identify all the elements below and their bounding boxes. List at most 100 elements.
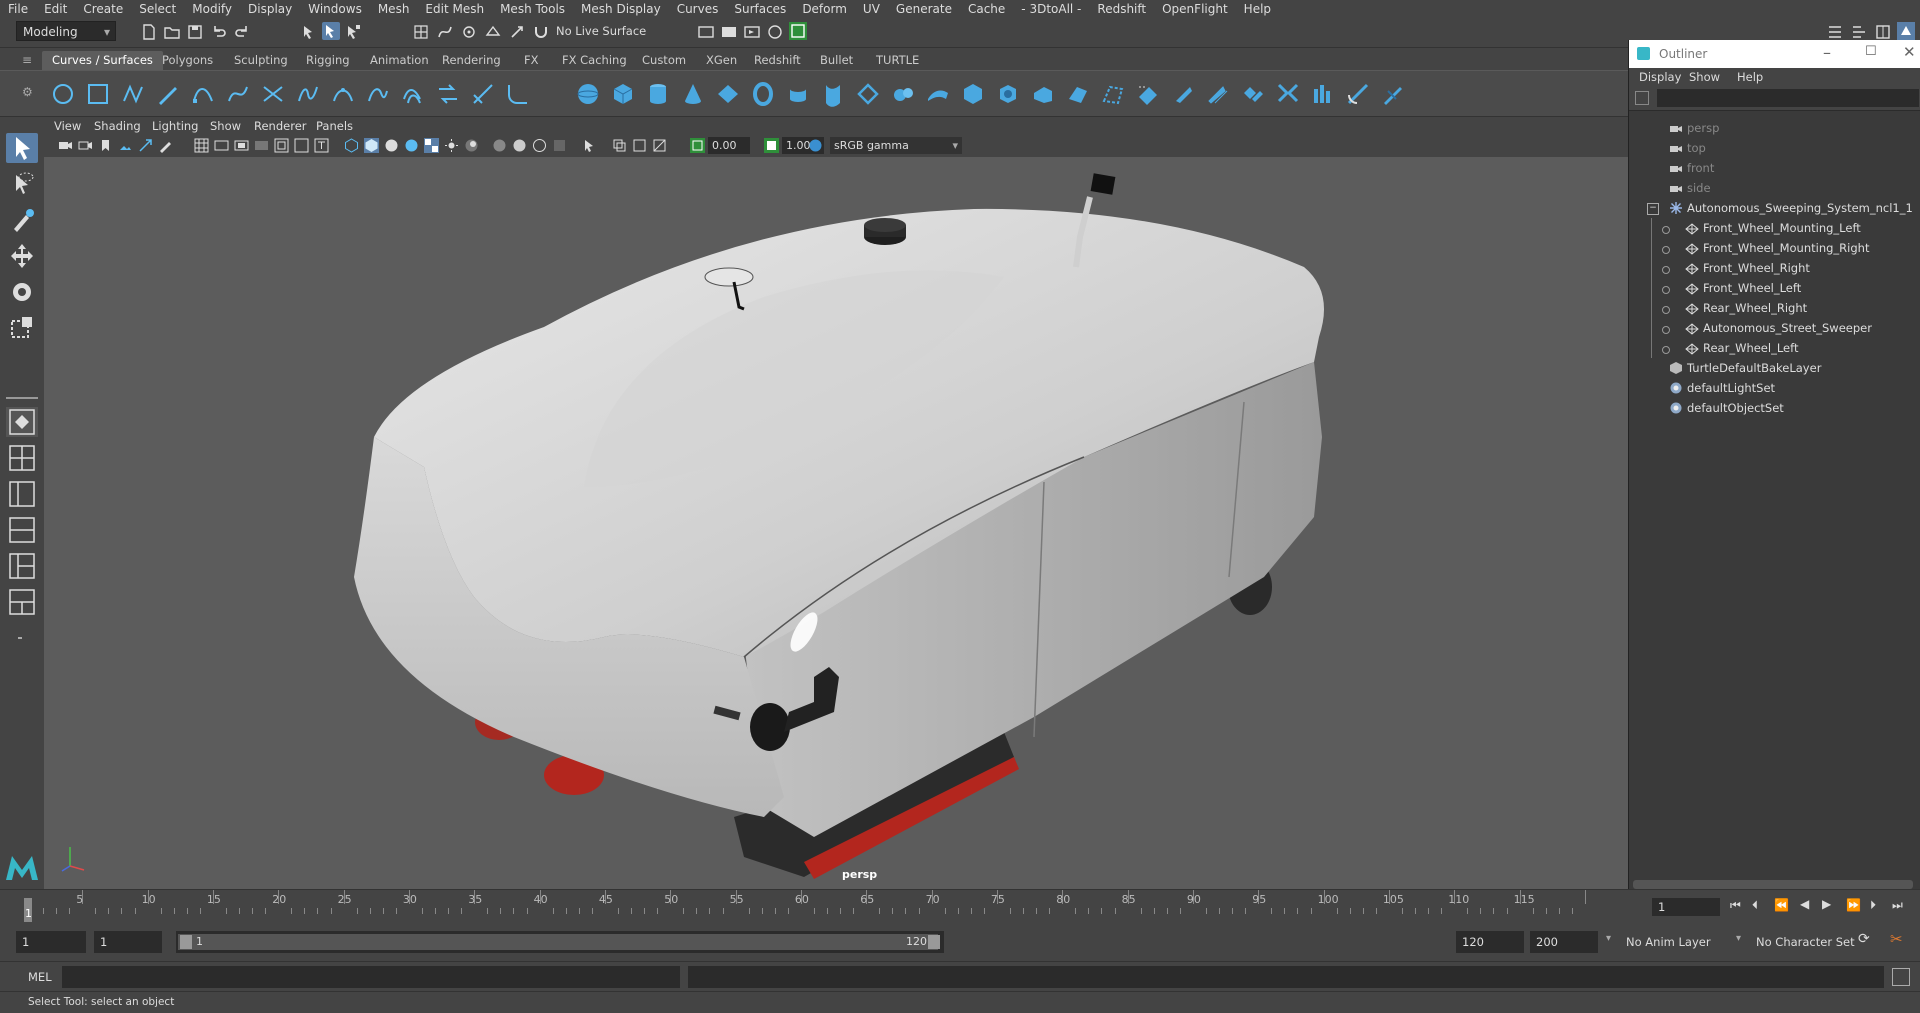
go-to-start-icon[interactable]: ⏮ [1730, 898, 1741, 913]
outliner-menu-help[interactable]: Help [1737, 70, 1763, 84]
gate-mask-icon[interactable] [254, 138, 269, 153]
extend-surfaces-icon[interactable] [1345, 81, 1371, 107]
persp-uv-layout-icon[interactable] [6, 587, 38, 617]
menu-item-redshift[interactable]: Redshift [1089, 2, 1154, 16]
render-frame-icon[interactable] [720, 23, 738, 41]
workspace-icon[interactable] [1826, 23, 1844, 41]
outliner-search-input[interactable] [1657, 89, 1919, 107]
shelf-tab-xgen[interactable]: XGen [696, 51, 747, 70]
nurbs-cube-icon[interactable] [610, 81, 636, 107]
shelf-tab-rendering[interactable]: Rendering [432, 51, 511, 70]
time-slider[interactable]: 5 10 15 20 25 30 35 40 45 50 55 60 65 70 75 80 85 90 95 100… [0, 889, 1920, 924]
nurbs-torus-icon[interactable] [750, 81, 776, 107]
new-scene-icon[interactable] [140, 23, 158, 41]
scale-tool-icon[interactable] [6, 313, 38, 343]
range-end-grip[interactable] [928, 935, 940, 949]
attach-surfaces-icon[interactable] [1205, 81, 1231, 107]
xray-icon[interactable] [612, 138, 627, 153]
safe-title-icon[interactable] [314, 138, 329, 153]
rebuild-curve-icon[interactable] [470, 81, 496, 107]
nurbs-square-icon[interactable] [85, 81, 111, 107]
menu-item-create[interactable]: Create [75, 2, 131, 16]
outliner-menu-show[interactable]: Show [1689, 70, 1720, 84]
exposure-field[interactable]: 0.00 [708, 137, 750, 154]
bezier-curve-tool-icon[interactable] [225, 81, 251, 107]
magnet-icon[interactable] [532, 23, 550, 41]
use-default-material-icon[interactable] [384, 138, 399, 153]
multisample-aa-icon[interactable] [532, 138, 547, 153]
attach-curves-icon[interactable] [260, 81, 286, 107]
character-set-dropdown[interactable]: No Character Set [1756, 931, 1866, 953]
playback-end-field[interactable]: 120 [1456, 931, 1524, 953]
persp-graph-layout-icon[interactable] [6, 515, 38, 545]
motion-blur-icon[interactable] [512, 138, 527, 153]
range-slider[interactable]: 1 120 [176, 931, 944, 953]
lasso-tool-icon[interactable] [6, 169, 38, 199]
offset-curve-icon[interactable] [400, 81, 426, 107]
playback-start-field[interactable]: 1 [94, 931, 162, 953]
film-gate-icon[interactable] [214, 138, 229, 153]
move-tool-icon[interactable] [6, 241, 38, 271]
anim-layer-dropdown[interactable]: No Anim Layer [1626, 931, 1734, 953]
menu-item-edit[interactable]: Edit [36, 2, 75, 16]
shelf-tab-polygons[interactable]: Polygons [152, 51, 223, 70]
toggle-modeling-toolkit-icon[interactable] [1897, 22, 1915, 40]
live-surface-field[interactable]: No Live Surface [552, 21, 664, 41]
nurbs-circle-icon[interactable] [50, 81, 76, 107]
shelf-options-gear-icon[interactable]: ⚙ [22, 85, 33, 99]
outliner-row[interactable]: top [1629, 138, 1920, 158]
loft-icon[interactable] [820, 81, 846, 107]
rotate-tool-icon[interactable] [6, 277, 38, 307]
paint-select-tool-icon[interactable] [6, 205, 38, 235]
open-close-surfaces-icon[interactable] [1275, 81, 1301, 107]
outliner-row[interactable]: Front_Wheel_Right [1629, 258, 1920, 278]
wireframe-on-shaded-icon[interactable] [404, 138, 419, 153]
nurbs-plane-icon[interactable] [715, 81, 741, 107]
step-forward-key-icon[interactable]: ⏵ [1870, 898, 1876, 913]
menu-item-generate[interactable]: Generate [888, 2, 960, 16]
insert-isoparms-icon[interactable] [1310, 81, 1336, 107]
snap-to-view-plane-icon[interactable] [484, 23, 502, 41]
nurbs-cylinder-icon[interactable] [645, 81, 671, 107]
collapse-icon[interactable]: − [1647, 203, 1659, 215]
square-surface-icon[interactable] [1030, 81, 1056, 107]
animation-preferences-icon[interactable]: ✂ [1890, 930, 1903, 948]
depth-of-field-icon[interactable] [552, 138, 567, 153]
shelf-tab-bullet[interactable]: Bullet [810, 51, 863, 70]
toolbox-more-handle[interactable] [18, 637, 22, 639]
outliner-row[interactable]: − Autonomous_Sweeping_System_ncl1_1 [1629, 198, 1920, 218]
shelf-tab-fx[interactable]: FX [514, 51, 549, 70]
shelf-tab-curves-surfaces[interactable]: Curves / Surfaces [42, 51, 163, 70]
shelf-tab-sculpting[interactable]: Sculpting [224, 51, 298, 70]
nurbs-sphere-icon[interactable] [575, 81, 601, 107]
menu-item-surfaces[interactable]: Surfaces [726, 2, 794, 16]
intersect-surfaces-icon[interactable] [1100, 81, 1126, 107]
render-settings-icon[interactable] [697, 23, 715, 41]
select-by-hierarchy-icon[interactable] [300, 23, 318, 41]
menu-item-3dtoall[interactable]: - 3DtoAll - [1013, 2, 1089, 16]
outliner-row[interactable]: defaultLightSet [1629, 378, 1920, 398]
outliner-row[interactable]: Front_Wheel_Left [1629, 278, 1920, 298]
textured-icon[interactable] [424, 138, 439, 153]
script-language-toggle[interactable]: MEL [28, 970, 52, 984]
outliner-row[interactable]: Autonomous_Street_Sweeper [1629, 318, 1920, 338]
single-perspective-view-icon[interactable] [6, 407, 38, 437]
fillet-curve-icon[interactable] [505, 81, 531, 107]
snap-to-grid-icon[interactable] [412, 23, 430, 41]
minimize-icon[interactable]: – [1823, 43, 1831, 62]
menu-item-curves[interactable]: Curves [669, 2, 727, 16]
menu-item-file[interactable]: File [0, 2, 36, 16]
perspective-viewport[interactable]: persp [44, 157, 1628, 889]
detach-surfaces-icon[interactable] [1240, 81, 1266, 107]
redo-icon[interactable] [233, 23, 251, 41]
bevel-plus-icon[interactable] [960, 81, 986, 107]
mode-selector[interactable]: Modeling ▾ [16, 21, 116, 41]
outliner-row[interactable]: persp [1629, 118, 1920, 138]
pencil-curve-tool-icon[interactable] [155, 81, 181, 107]
revolve-icon[interactable] [785, 81, 811, 107]
menu-item-mesh-tools[interactable]: Mesh Tools [492, 2, 573, 16]
select-by-object-icon[interactable] [322, 22, 340, 40]
isolate-select-icon[interactable] [582, 138, 597, 153]
shelf-tab-animation[interactable]: Animation [360, 51, 439, 70]
outliner-row[interactable]: front [1629, 158, 1920, 178]
